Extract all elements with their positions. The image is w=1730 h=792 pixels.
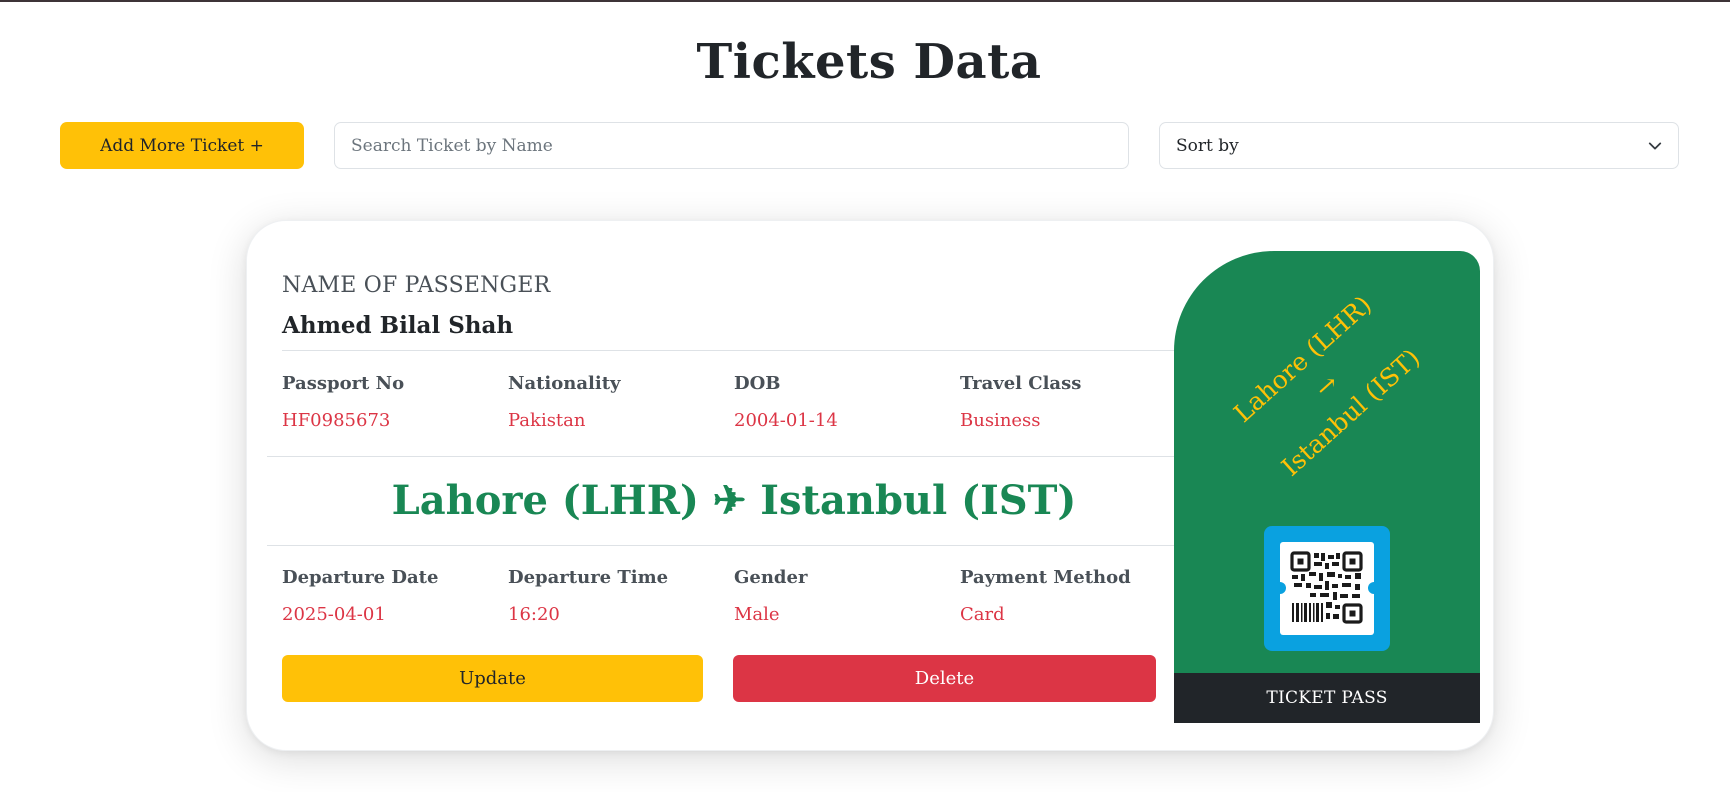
detail-label: Passport No [282,373,405,394]
detail-label: Travel Class [960,373,1082,394]
pass-route-text: Lahore (LHR) → Istanbul (IST) [1226,287,1428,484]
detail-value: Pakistan [508,410,586,431]
divider [267,545,1201,546]
passenger-details: Passport No HF0985673 Nationality Pakist… [282,373,1186,431]
ticket-card: NAME OF PASSENGER Ahmed Bilal Shah Passp… [246,220,1494,751]
detail-payment-method: Payment Method Card [960,567,1186,625]
detail-value: HF0985673 [282,410,391,431]
pass-route: Lahore (LHR) → Istanbul (IST) [1174,251,1480,521]
detail-label: Gender [734,567,808,588]
add-ticket-button[interactable]: Add More Ticket + [60,122,304,169]
detail-departure-date: Departure Date 2025-04-01 [282,567,508,625]
detail-label: Payment Method [960,567,1131,588]
detail-label: DOB [734,373,781,394]
detail-departure-time: Departure Time 16:20 [508,567,734,625]
detail-value: Male [734,604,780,625]
flight-details: Departure Date 2025-04-01 Departure Time… [282,567,1186,625]
divider [282,350,1186,351]
detail-value: 2004-01-14 [734,410,838,431]
detail-passport: Passport No HF0985673 [282,373,508,431]
detail-value: Card [960,604,1005,625]
passenger-name-label: NAME OF PASSENGER [282,273,551,298]
detail-gender: Gender Male [734,567,960,625]
ticket-pass: Lahore (LHR) → Istanbul (IST) TICKET PAS… [1174,251,1480,723]
detail-travel-class: Travel Class Business [960,373,1186,431]
detail-dob: DOB 2004-01-14 [734,373,960,431]
detail-label: Departure Date [282,567,439,588]
sort-select-value: Sort by [1176,135,1239,156]
sort-select[interactable]: Sort by [1159,122,1679,169]
qr-code-icon [1264,526,1390,651]
detail-nationality: Nationality Pakistan [508,373,734,431]
delete-button[interactable]: Delete [733,655,1156,702]
page-title: Tickets Data [696,34,1042,90]
update-button[interactable]: Update [282,655,703,702]
chevron-down-icon [1648,142,1662,149]
search-input[interactable] [334,122,1129,169]
detail-value: 16:20 [508,604,560,625]
detail-value: 2025-04-01 [282,604,386,625]
route-heading: Lahore (LHR) ✈ Istanbul (IST) [391,477,1077,524]
top-border [0,0,1730,2]
passenger-name: Ahmed Bilal Shah [282,312,514,339]
divider [267,456,1201,457]
ticket-pass-label: TICKET PASS [1174,673,1480,723]
detail-label: Nationality [508,373,621,394]
detail-value: Business [960,410,1041,431]
detail-label: Departure Time [508,567,669,588]
